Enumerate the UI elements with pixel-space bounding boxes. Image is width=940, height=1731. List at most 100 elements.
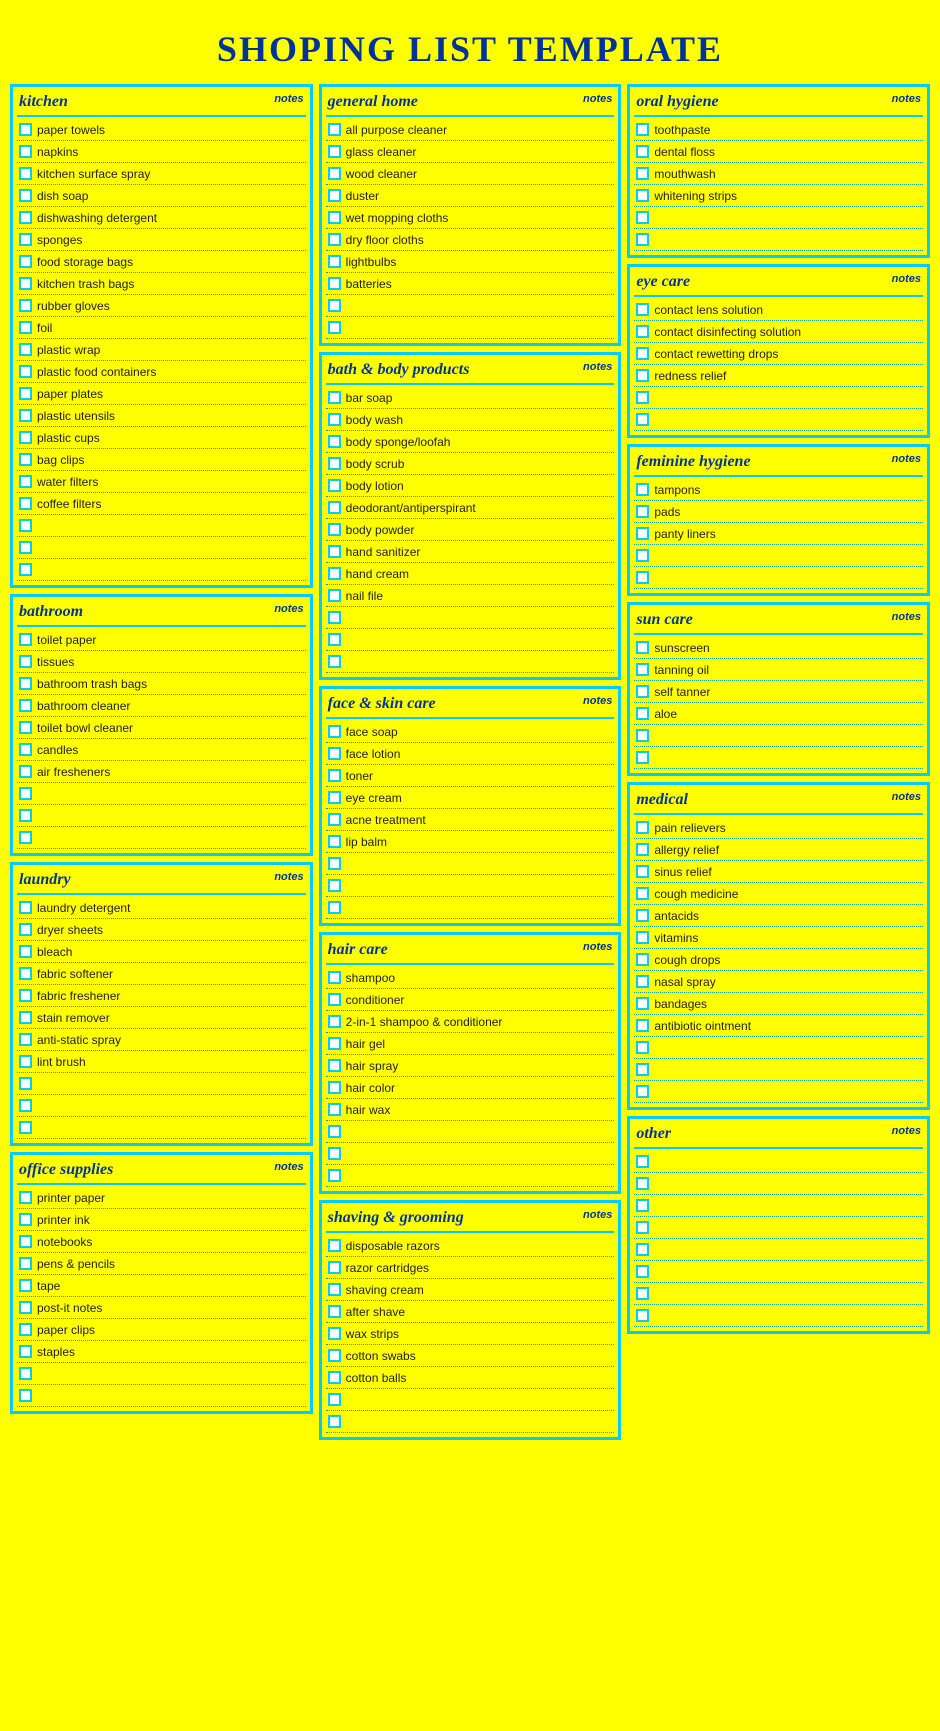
checkbox[interactable] — [636, 1221, 649, 1234]
checkbox[interactable] — [19, 475, 32, 488]
checkbox[interactable] — [328, 123, 341, 136]
checkbox[interactable] — [19, 1301, 32, 1314]
checkbox[interactable] — [19, 563, 32, 576]
checkbox[interactable] — [636, 663, 649, 676]
checkbox[interactable] — [636, 549, 649, 562]
checkbox[interactable] — [19, 765, 32, 778]
checkbox[interactable] — [328, 321, 341, 334]
checkbox[interactable] — [328, 479, 341, 492]
checkbox[interactable] — [636, 1199, 649, 1212]
checkbox[interactable] — [19, 945, 32, 958]
checkbox[interactable] — [328, 1371, 341, 1384]
checkbox[interactable] — [328, 1169, 341, 1182]
checkbox[interactable] — [328, 971, 341, 984]
checkbox[interactable] — [328, 1261, 341, 1274]
checkbox[interactable] — [19, 655, 32, 668]
checkbox[interactable] — [636, 505, 649, 518]
checkbox[interactable] — [19, 699, 32, 712]
checkbox[interactable] — [328, 277, 341, 290]
checkbox[interactable] — [328, 391, 341, 404]
checkbox[interactable] — [19, 299, 32, 312]
checkbox[interactable] — [19, 721, 32, 734]
checkbox[interactable] — [328, 1015, 341, 1028]
checkbox[interactable] — [328, 1283, 341, 1296]
checkbox[interactable] — [636, 167, 649, 180]
checkbox[interactable] — [636, 303, 649, 316]
checkbox[interactable] — [636, 729, 649, 742]
checkbox[interactable] — [636, 865, 649, 878]
checkbox[interactable] — [328, 879, 341, 892]
checkbox[interactable] — [328, 791, 341, 804]
checkbox[interactable] — [19, 233, 32, 246]
checkbox[interactable] — [19, 321, 32, 334]
checkbox[interactable] — [636, 145, 649, 158]
checkbox[interactable] — [328, 1125, 341, 1138]
checkbox[interactable] — [636, 1177, 649, 1190]
checkbox[interactable] — [636, 707, 649, 720]
checkbox[interactable] — [328, 1147, 341, 1160]
checkbox[interactable] — [19, 633, 32, 646]
checkbox[interactable] — [636, 123, 649, 136]
checkbox[interactable] — [19, 1367, 32, 1380]
checkbox[interactable] — [328, 545, 341, 558]
checkbox[interactable] — [19, 277, 32, 290]
checkbox[interactable] — [328, 1349, 341, 1362]
checkbox[interactable] — [19, 677, 32, 690]
checkbox[interactable] — [19, 1213, 32, 1226]
checkbox[interactable] — [636, 391, 649, 404]
checkbox[interactable] — [636, 751, 649, 764]
checkbox[interactable] — [636, 1063, 649, 1076]
checkbox[interactable] — [636, 1309, 649, 1322]
checkbox[interactable] — [328, 1037, 341, 1050]
checkbox[interactable] — [328, 255, 341, 268]
checkbox[interactable] — [636, 413, 649, 426]
checkbox[interactable] — [328, 655, 341, 668]
checkbox[interactable] — [636, 931, 649, 944]
checkbox[interactable] — [328, 435, 341, 448]
checkbox[interactable] — [19, 1279, 32, 1292]
checkbox[interactable] — [328, 1327, 341, 1340]
checkbox[interactable] — [19, 519, 32, 532]
checkbox[interactable] — [636, 347, 649, 360]
checkbox[interactable] — [19, 387, 32, 400]
checkbox[interactable] — [636, 887, 649, 900]
checkbox[interactable] — [636, 369, 649, 382]
checkbox[interactable] — [636, 997, 649, 1010]
checkbox[interactable] — [636, 843, 649, 856]
checkbox[interactable] — [328, 189, 341, 202]
checkbox[interactable] — [19, 431, 32, 444]
checkbox[interactable] — [636, 1041, 649, 1054]
checkbox[interactable] — [19, 1235, 32, 1248]
checkbox[interactable] — [19, 1345, 32, 1358]
checkbox[interactable] — [636, 641, 649, 654]
checkbox[interactable] — [636, 233, 649, 246]
checkbox[interactable] — [328, 211, 341, 224]
checkbox[interactable] — [328, 523, 341, 536]
checkbox[interactable] — [19, 189, 32, 202]
checkbox[interactable] — [19, 1389, 32, 1402]
checkbox[interactable] — [636, 821, 649, 834]
checkbox[interactable] — [19, 343, 32, 356]
checkbox[interactable] — [19, 365, 32, 378]
checkbox[interactable] — [636, 1287, 649, 1300]
checkbox[interactable] — [19, 211, 32, 224]
checkbox[interactable] — [328, 413, 341, 426]
checkbox[interactable] — [19, 453, 32, 466]
checkbox[interactable] — [19, 1323, 32, 1336]
checkbox[interactable] — [328, 299, 341, 312]
checkbox[interactable] — [19, 145, 32, 158]
checkbox[interactable] — [328, 1415, 341, 1428]
checkbox[interactable] — [19, 809, 32, 822]
checkbox[interactable] — [328, 1103, 341, 1116]
checkbox[interactable] — [328, 835, 341, 848]
checkbox[interactable] — [328, 725, 341, 738]
checkbox[interactable] — [19, 167, 32, 180]
checkbox[interactable] — [19, 743, 32, 756]
checkbox[interactable] — [19, 123, 32, 136]
checkbox[interactable] — [328, 813, 341, 826]
checkbox[interactable] — [636, 1019, 649, 1032]
checkbox[interactable] — [636, 1155, 649, 1168]
checkbox[interactable] — [19, 255, 32, 268]
checkbox[interactable] — [328, 769, 341, 782]
checkbox[interactable] — [19, 831, 32, 844]
